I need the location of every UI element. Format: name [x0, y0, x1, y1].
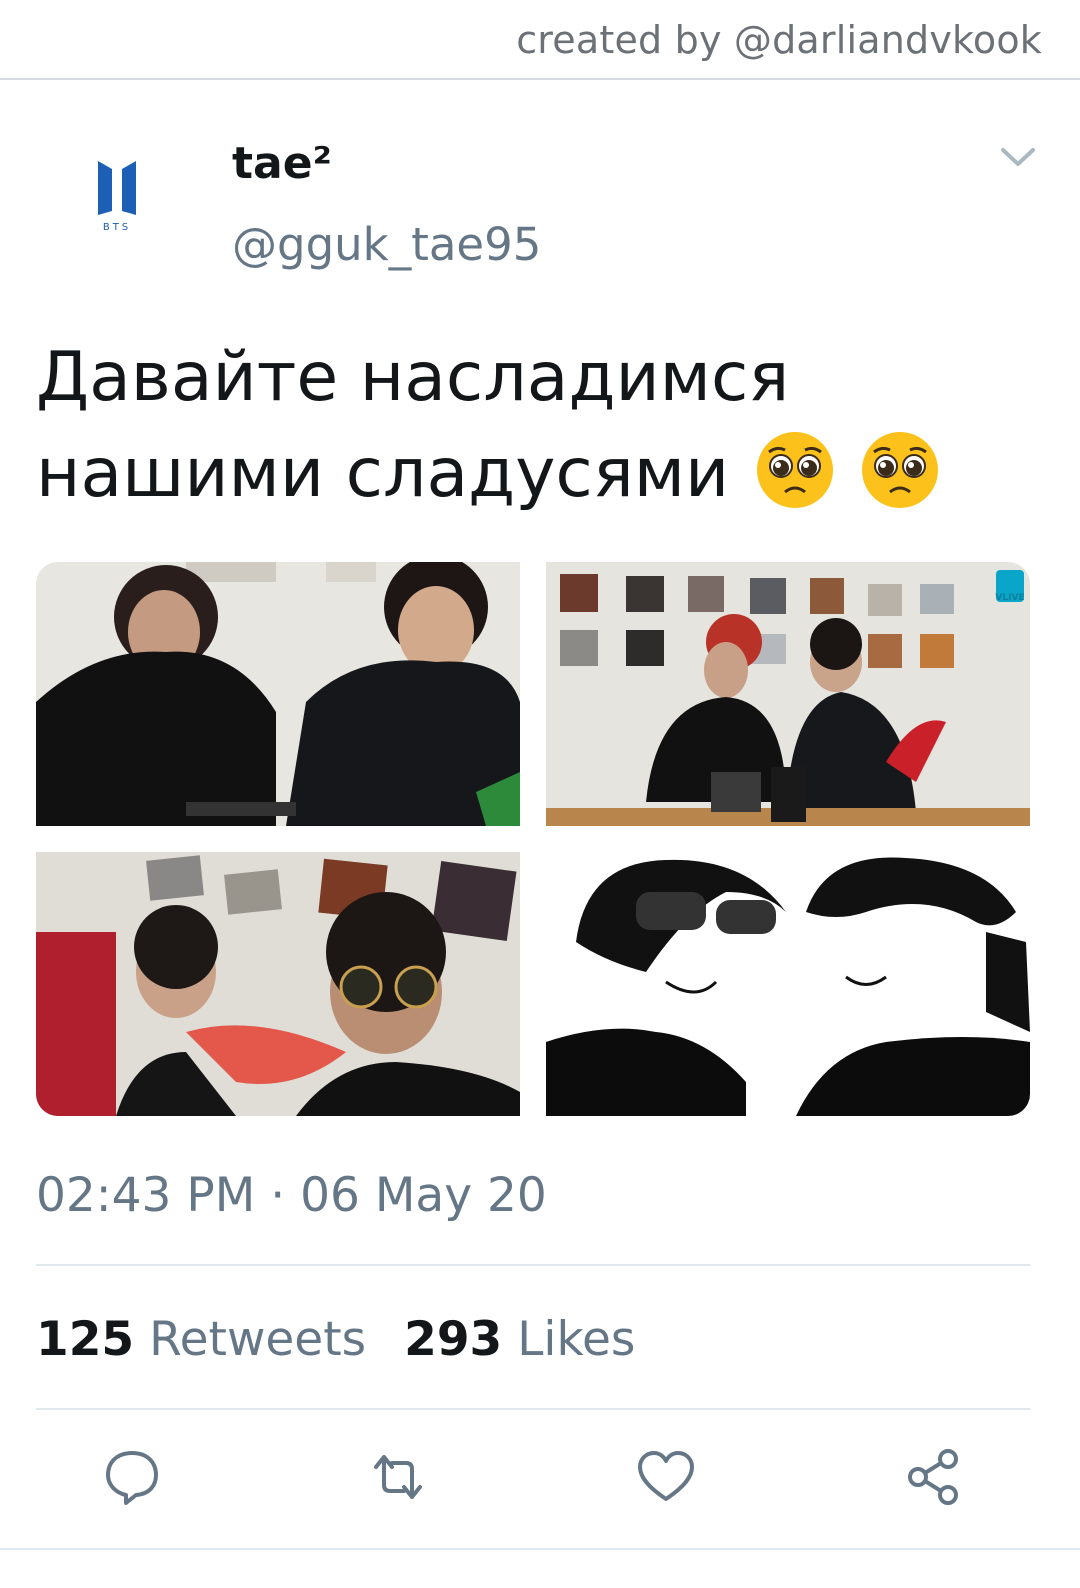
media-grid: VLIVE	[36, 562, 1030, 1118]
reply-icon[interactable]	[100, 1445, 164, 1509]
credit-bar: created by @darliandvkook	[0, 0, 1080, 80]
display-name[interactable]: tae²	[232, 138, 332, 189]
pleading-face-icon	[862, 432, 939, 508]
chevron-down-icon[interactable]	[998, 142, 1038, 172]
avatar[interactable]: BTS	[92, 155, 142, 235]
divider	[0, 1548, 1080, 1550]
svg-text:VLIVE: VLIVE	[995, 593, 1024, 603]
tweet-body: Давайте насладимся нашими сладусями	[36, 338, 790, 513]
tweet-timestamp[interactable]: 02:43 PM · 06 May 20	[36, 1168, 547, 1223]
retweets-count[interactable]: 125	[36, 1312, 134, 1367]
tweet-stats: 125 Retweets 293 Likes	[36, 1312, 635, 1367]
divider	[36, 1264, 1030, 1266]
retweets-label[interactable]: Retweets	[149, 1312, 366, 1367]
share-icon[interactable]	[902, 1445, 966, 1509]
user-handle[interactable]: @gguk_tae95	[232, 218, 541, 271]
photo-4[interactable]	[546, 852, 1030, 1116]
divider	[36, 1408, 1030, 1410]
photo-3[interactable]	[36, 852, 520, 1116]
photo-2[interactable]: VLIVE	[546, 562, 1030, 826]
tweet-text: Давайте насладимся нашими сладусями	[36, 330, 1036, 522]
photo-1[interactable]	[36, 562, 520, 826]
like-icon[interactable]	[634, 1445, 698, 1509]
likes-count[interactable]: 293	[404, 1312, 502, 1367]
retweet-icon[interactable]	[366, 1445, 430, 1509]
credit-text: created by @darliandvkook	[516, 18, 1042, 62]
bts-logo-icon: BTS	[98, 161, 136, 233]
likes-label[interactable]: Likes	[517, 1312, 635, 1367]
svg-text:BTS: BTS	[103, 222, 131, 233]
pleading-face-icon	[756, 432, 833, 508]
